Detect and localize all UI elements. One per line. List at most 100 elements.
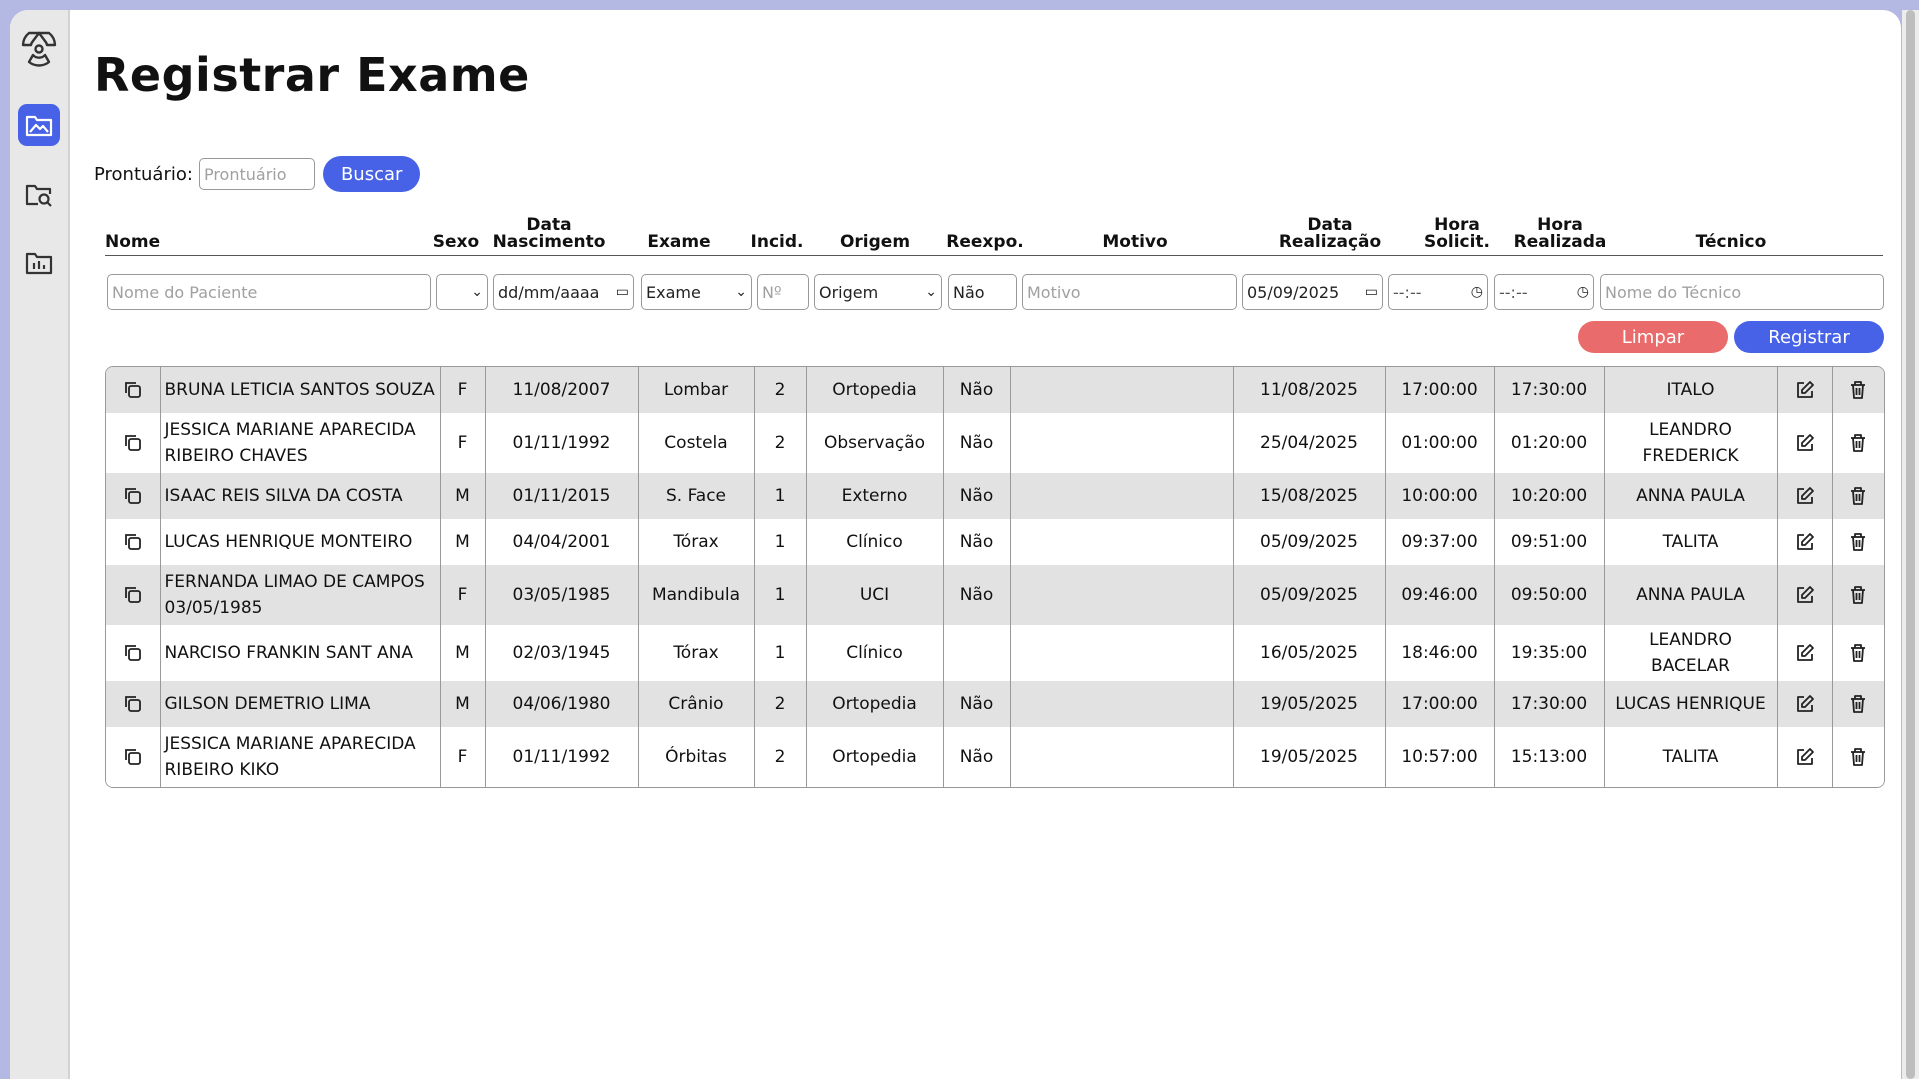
- birth-date-input[interactable]: dd/mm/aaaa ▭: [493, 274, 634, 310]
- requested-time-cell: 18:46:00: [1384, 625, 1494, 681]
- technician-cell: TALITA: [1603, 727, 1777, 787]
- exam-cell: Crânio: [637, 681, 754, 727]
- edit-icon[interactable]: [1781, 433, 1829, 453]
- copy-icon[interactable]: [109, 486, 157, 506]
- sidebar-item-search-exams[interactable]: [18, 174, 60, 216]
- technician-cell: LEANDRO FREDERICK: [1603, 413, 1777, 473]
- incidence-cell: 2: [753, 367, 806, 413]
- search-button[interactable]: Buscar: [322, 156, 421, 192]
- edit-icon[interactable]: [1781, 747, 1829, 767]
- requested-time-cell: 17:00:00: [1384, 367, 1494, 413]
- register-button[interactable]: Registrar: [1734, 321, 1884, 353]
- exam-date-cell: 19/05/2025: [1232, 681, 1385, 727]
- sidebar-item-reports[interactable]: [18, 242, 60, 284]
- origin-cell: Ortopedia: [805, 681, 943, 727]
- copy-icon[interactable]: [109, 532, 157, 552]
- technician-input[interactable]: [1600, 274, 1884, 310]
- edit-cell: [1776, 625, 1832, 681]
- patient-name-cell: GILSON DEMETRIO LIMA: [159, 681, 440, 727]
- delete-cell: [1831, 473, 1884, 519]
- edit-cell: [1776, 519, 1832, 565]
- copy-cell: [106, 413, 160, 473]
- image-folder-icon: [25, 115, 53, 137]
- prontuario-input[interactable]: [198, 158, 315, 190]
- requested-time-cell: 17:00:00: [1384, 681, 1494, 727]
- reason-input[interactable]: [1022, 274, 1237, 310]
- origin-select[interactable]: Origem ⌄: [814, 274, 942, 310]
- reexposure-cell: Não: [942, 519, 1010, 565]
- sex-select[interactable]: ⌄: [436, 274, 488, 310]
- exam-cell: S. Face: [637, 473, 754, 519]
- scrollbar[interactable]: [1902, 10, 1919, 1079]
- performed-time-input[interactable]: --:-- ◷: [1494, 274, 1594, 310]
- sex-cell: F: [439, 367, 485, 413]
- trash-icon[interactable]: [1836, 585, 1882, 605]
- patient-name-input[interactable]: [107, 274, 431, 310]
- trash-icon[interactable]: [1836, 643, 1882, 663]
- reexposure-input[interactable]: Não: [948, 274, 1017, 310]
- incidence-cell: 2: [753, 681, 806, 727]
- app-window: Registrar Exame Prontuário: Buscar Nome …: [10, 10, 1901, 1079]
- calendar-icon: ▭: [615, 284, 629, 300]
- requested-time-input[interactable]: --:-- ◷: [1388, 274, 1488, 310]
- copy-cell: [106, 727, 160, 787]
- incidence-input[interactable]: [757, 274, 809, 310]
- incidence-cell: 1: [753, 625, 806, 681]
- reason-cell: [1009, 625, 1233, 681]
- sidebar-item-radiation[interactable]: [18, 26, 60, 68]
- edit-icon[interactable]: [1781, 694, 1829, 714]
- performed-time-cell: 01:20:00: [1493, 413, 1604, 473]
- origin-cell: Clínico: [805, 519, 943, 565]
- copy-icon[interactable]: [109, 643, 157, 663]
- clock-icon: ◷: [1576, 284, 1589, 300]
- trash-icon[interactable]: [1836, 532, 1882, 552]
- exam-form: ⌄ dd/mm/aaaa ▭ Exame ⌄ Origem ⌄ Não 05/0…: [94, 274, 1884, 312]
- folder-chart-icon: [25, 252, 53, 275]
- copy-icon[interactable]: [109, 380, 157, 400]
- sex-cell: F: [439, 565, 485, 625]
- sex-cell: M: [439, 681, 485, 727]
- birth-date-cell: 01/11/1992: [484, 413, 638, 473]
- edit-icon[interactable]: [1781, 532, 1829, 552]
- edit-icon[interactable]: [1781, 585, 1829, 605]
- copy-icon[interactable]: [109, 585, 157, 605]
- birth-date-cell: 11/08/2007: [484, 367, 638, 413]
- scrollbar-thumb[interactable]: [1906, 10, 1915, 1079]
- col-header-incid: Incid.: [750, 232, 804, 252]
- edit-cell: [1776, 367, 1832, 413]
- chevron-down-icon: ⌄: [925, 284, 937, 300]
- copy-icon[interactable]: [109, 747, 157, 767]
- delete-cell: [1831, 681, 1884, 727]
- exams-table: BRUNA LETICIA SANTOS SOUZA F 11/08/2007 Lom…: [105, 366, 1885, 788]
- origin-cell: Ortopedia: [805, 367, 943, 413]
- copy-icon[interactable]: [109, 694, 157, 714]
- exam-cell: Costela: [637, 413, 754, 473]
- sidebar-item-register-exam[interactable]: [18, 104, 60, 146]
- edit-icon[interactable]: [1781, 643, 1829, 663]
- exam-date-input[interactable]: 05/09/2025 ▭: [1242, 274, 1383, 310]
- radiation-icon: [21, 31, 57, 67]
- origin-cell: Ortopedia: [805, 727, 943, 787]
- exam-select[interactable]: Exame ⌄: [641, 274, 752, 310]
- incidence-cell: 1: [753, 473, 806, 519]
- trash-icon[interactable]: [1836, 433, 1882, 453]
- copy-cell: [106, 519, 160, 565]
- exam-cell: Órbitas: [637, 727, 754, 787]
- edit-cell: [1776, 565, 1832, 625]
- chevron-down-icon: ⌄: [471, 284, 483, 300]
- trash-icon[interactable]: [1836, 380, 1882, 400]
- copy-icon[interactable]: [109, 433, 157, 453]
- requested-time-cell: 10:57:00: [1384, 727, 1494, 787]
- col-header-data-realizacao: Data Realização: [1278, 215, 1382, 252]
- origin-cell: Observação: [805, 413, 943, 473]
- trash-icon[interactable]: [1836, 694, 1882, 714]
- reason-cell: [1009, 565, 1233, 625]
- table-row: JESSICA MARIANE APARECIDA RIBEIRO CHAVES…: [106, 413, 1884, 473]
- exam-date-cell: 19/05/2025: [1232, 727, 1385, 787]
- clear-button[interactable]: Limpar: [1578, 321, 1728, 353]
- trash-icon[interactable]: [1836, 486, 1882, 506]
- chevron-down-icon: ⌄: [735, 284, 747, 300]
- trash-icon[interactable]: [1836, 747, 1882, 767]
- edit-icon[interactable]: [1781, 380, 1829, 400]
- edit-icon[interactable]: [1781, 486, 1829, 506]
